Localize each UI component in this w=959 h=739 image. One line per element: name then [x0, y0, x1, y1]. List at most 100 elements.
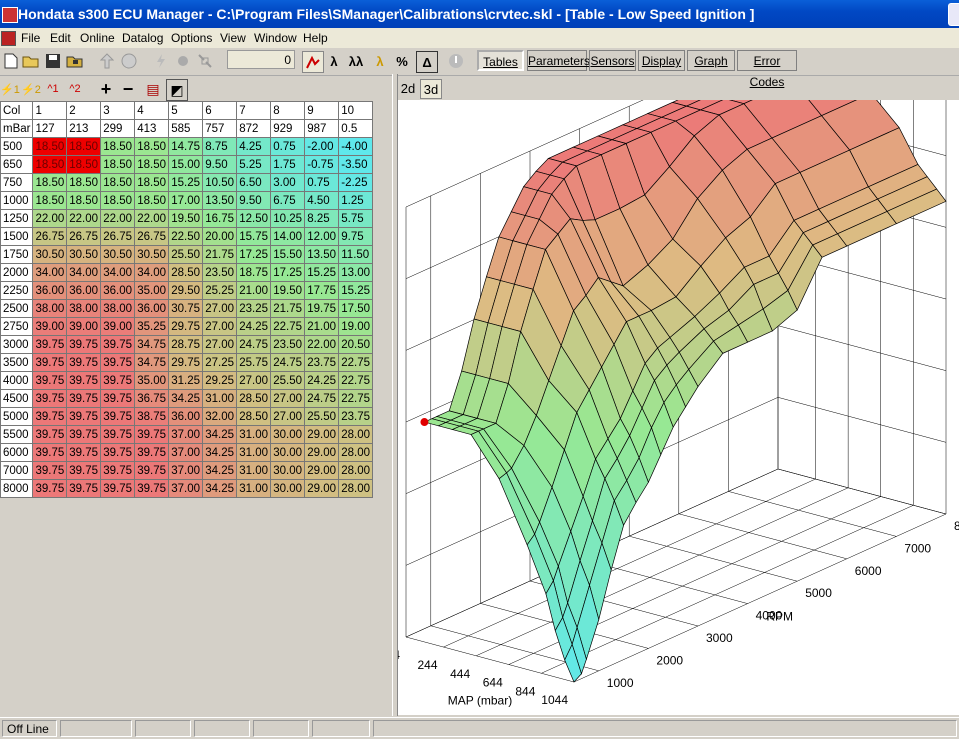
menu-datalog[interactable]: Datalog: [122, 28, 163, 48]
table-cell[interactable]: 5.75: [338, 209, 374, 228]
connect-icon[interactable]: [195, 51, 215, 71]
table-cell[interactable]: 15.25: [168, 173, 204, 192]
increase-icon[interactable]: +: [96, 79, 116, 99]
column-header[interactable]: 1: [32, 101, 68, 120]
table-cell[interactable]: 5.25: [236, 155, 272, 174]
table-cell[interactable]: 21.00: [236, 281, 272, 300]
column-header[interactable]: 5: [168, 101, 204, 120]
tab-parameters[interactable]: Parameters: [527, 50, 590, 71]
table-cell[interactable]: 31.00: [236, 461, 272, 480]
table-cell[interactable]: 18.75: [236, 263, 272, 282]
table-cell[interactable]: 39.75: [134, 461, 170, 480]
table-cell[interactable]: 29.50: [168, 281, 204, 300]
table-cell[interactable]: 25.75: [236, 353, 272, 372]
table-cell[interactable]: 18.50: [66, 137, 102, 156]
rpm-header[interactable]: 2500: [0, 299, 34, 318]
lambda-warning-icon[interactable]: λ: [370, 51, 390, 71]
table-cell[interactable]: 29.25: [202, 371, 238, 390]
table-cell[interactable]: 34.25: [202, 425, 238, 444]
table-cell[interactable]: 18.50: [134, 137, 170, 156]
table-cell[interactable]: 27.00: [236, 371, 272, 390]
table-cell[interactable]: 18.50: [100, 173, 136, 192]
table-cell[interactable]: 24.75: [270, 353, 306, 372]
table-cell[interactable]: 19.50: [168, 209, 204, 228]
table-cell[interactable]: 14.00: [270, 227, 306, 246]
table-cell[interactable]: 22.00: [304, 335, 340, 354]
table-cell[interactable]: 31.25: [168, 371, 204, 390]
table-cell[interactable]: 39.75: [66, 425, 102, 444]
table-cell[interactable]: 6.50: [236, 173, 272, 192]
surface-plot[interactable]: 1424444464484410441000200030004000500060…: [387, 38, 959, 715]
table-cell[interactable]: 22.75: [338, 353, 374, 372]
table-cell[interactable]: 34.25: [168, 389, 204, 408]
table-cell[interactable]: 29.75: [168, 317, 204, 336]
rpm-header[interactable]: 5500: [0, 425, 34, 444]
table-cell[interactable]: 18.50: [32, 191, 68, 210]
table-cell[interactable]: 30.50: [134, 245, 170, 264]
table-cell[interactable]: 29.00: [304, 443, 340, 462]
table-cell[interactable]: 30.00: [270, 443, 306, 462]
table-cell[interactable]: 18.50: [100, 155, 136, 174]
table-cell[interactable]: 28.00: [338, 461, 374, 480]
table-cell[interactable]: 30.50: [32, 245, 68, 264]
column-header[interactable]: 9: [304, 101, 340, 120]
menu-window[interactable]: Window: [254, 28, 297, 48]
table-cell[interactable]: 36.00: [100, 281, 136, 300]
table-cell[interactable]: 30.00: [270, 461, 306, 480]
table-cell[interactable]: 39.75: [100, 479, 136, 498]
column-header[interactable]: 2: [66, 101, 102, 120]
table-cell[interactable]: 26.75: [134, 227, 170, 246]
table-cell[interactable]: 28.00: [338, 443, 374, 462]
table-cell[interactable]: 38.00: [100, 299, 136, 318]
mbar-cell[interactable]: 585: [168, 119, 204, 138]
mbar-cell[interactable]: 929: [270, 119, 306, 138]
table-cell[interactable]: 13.00: [338, 263, 374, 282]
table-cell[interactable]: 39.75: [32, 479, 68, 498]
tab-sensors[interactable]: Sensors: [589, 50, 636, 71]
table-cell[interactable]: 39.75: [134, 425, 170, 444]
table-cell[interactable]: 18.50: [100, 191, 136, 210]
table-cell[interactable]: 34.00: [134, 263, 170, 282]
table-cell[interactable]: 17.75: [304, 281, 340, 300]
table-cell[interactable]: 19.00: [338, 317, 374, 336]
table-cell[interactable]: 16.75: [202, 209, 238, 228]
table-cell[interactable]: 23.50: [270, 335, 306, 354]
table-cell[interactable]: 29.00: [304, 425, 340, 444]
table-cell[interactable]: 22.75: [338, 389, 374, 408]
table-cell[interactable]: 34.75: [134, 353, 170, 372]
table-cell[interactable]: 22.00: [134, 209, 170, 228]
table-cell[interactable]: 28.00: [338, 479, 374, 498]
table-cell[interactable]: 31.00: [236, 425, 272, 444]
decrease-icon[interactable]: −: [118, 79, 138, 99]
table-cell[interactable]: 34.25: [202, 461, 238, 480]
table-cell[interactable]: 39.75: [66, 389, 102, 408]
table-cell[interactable]: 29.00: [304, 479, 340, 498]
column-header[interactable]: 3: [100, 101, 136, 120]
fill-icon[interactable]: ▤: [143, 79, 163, 99]
table-cell[interactable]: 26.75: [32, 227, 68, 246]
rpm-header[interactable]: 2750: [0, 317, 34, 336]
table-cell[interactable]: 12.50: [236, 209, 272, 228]
column-header[interactable]: 6: [202, 101, 238, 120]
document-icon[interactable]: [1, 31, 16, 46]
table-cell[interactable]: 37.00: [168, 461, 204, 480]
mbar-cell[interactable]: 413: [134, 119, 170, 138]
column-header[interactable]: 10: [338, 101, 374, 120]
table-cell[interactable]: 12.00: [304, 227, 340, 246]
rpm-header[interactable]: 650: [0, 155, 34, 174]
app-icon[interactable]: [2, 7, 18, 23]
table-cell[interactable]: 39.75: [66, 335, 102, 354]
table-cell[interactable]: 35.25: [134, 317, 170, 336]
table-cell[interactable]: 36.00: [168, 407, 204, 426]
table-cell[interactable]: -2.00: [304, 137, 340, 156]
table-cell[interactable]: 31.00: [236, 479, 272, 498]
table-cell[interactable]: 28.75: [168, 335, 204, 354]
table-cell[interactable]: 8.75: [202, 137, 238, 156]
open-folder-icon[interactable]: [21, 51, 41, 71]
table-cell[interactable]: 15.50: [270, 245, 306, 264]
table-cell[interactable]: 0.75: [270, 137, 306, 156]
table-cell[interactable]: 28.50: [168, 263, 204, 282]
menu-options[interactable]: Options: [171, 28, 212, 48]
table-cell[interactable]: 26.75: [66, 227, 102, 246]
tab-graph[interactable]: Graph: [687, 50, 735, 71]
